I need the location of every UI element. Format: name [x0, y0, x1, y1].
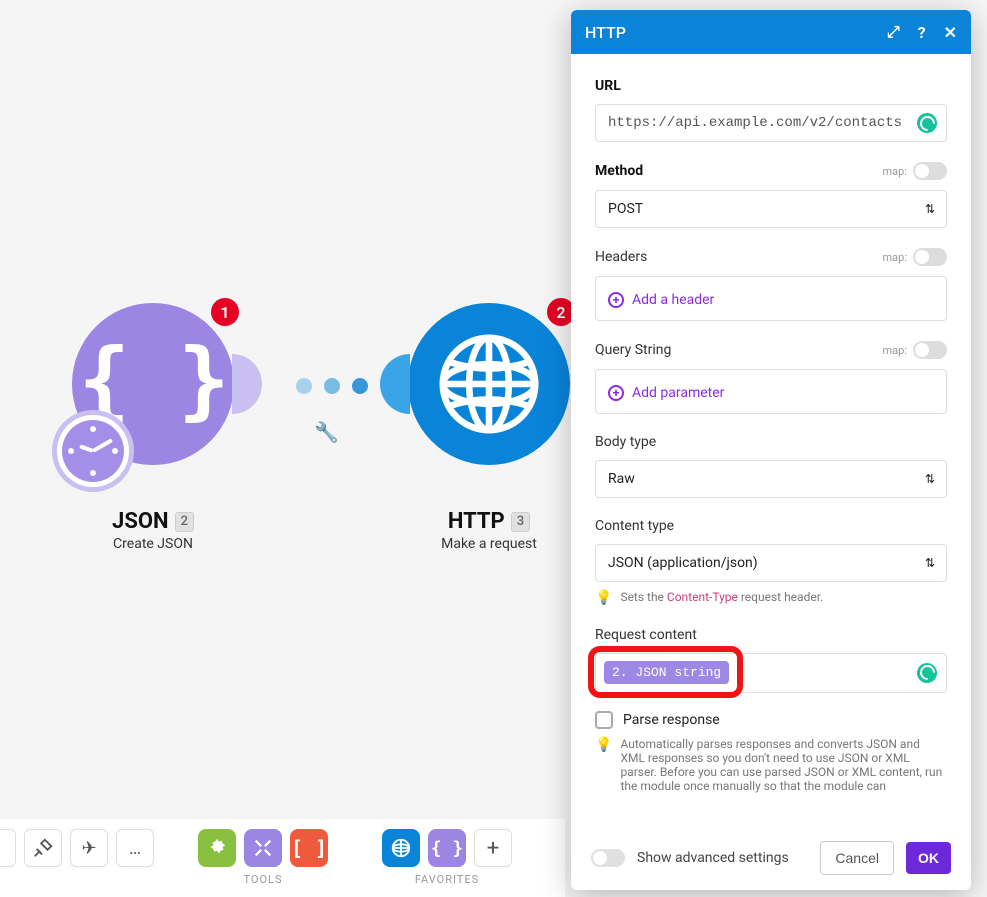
- toolbar-overflow-left[interactable]: [0, 829, 16, 867]
- globe-icon: [434, 329, 544, 439]
- node-json-badge: 1: [208, 295, 242, 329]
- body-type-label: Body type: [595, 434, 947, 450]
- expand-icon[interactable]: ⤢: [887, 22, 900, 42]
- url-label: URL: [595, 78, 947, 94]
- node-json-title: JSON: [112, 509, 169, 534]
- favorite-json[interactable]: { }: [428, 829, 466, 867]
- map-label: map:: [883, 251, 907, 264]
- headers-label: Headers: [595, 249, 647, 265]
- globe-icon: [390, 837, 412, 859]
- brackets-icon: [ ]: [291, 836, 327, 860]
- tool-flow[interactable]: [244, 829, 282, 867]
- schedule-icon[interactable]: [52, 410, 134, 492]
- grammarly-icon: [917, 113, 937, 133]
- panel-header: HTTP ⤢ ? ✕: [571, 10, 971, 54]
- bulb-icon: 💡: [595, 737, 612, 754]
- parse-response-hint: 💡 Automatically parses responses and con…: [595, 737, 947, 793]
- headers-list: + Add a header: [595, 276, 947, 321]
- node-http-title: HTTP: [448, 509, 505, 534]
- plus-circle-icon: +: [608, 292, 624, 308]
- braces-icon: { }: [431, 838, 464, 859]
- add-parameter-button[interactable]: + Add parameter: [608, 385, 724, 401]
- plus-icon: +: [487, 836, 499, 861]
- body-type-select[interactable]: Raw: [595, 460, 947, 498]
- panel-footer: Show advanced settings Cancel OK: [571, 824, 971, 890]
- method-map-toggle[interactable]: [913, 162, 947, 180]
- request-content-label: Request content: [595, 627, 947, 643]
- content-type-label: Content type: [595, 518, 947, 534]
- toolbar-tools-button[interactable]: [24, 829, 62, 867]
- tool-settings[interactable]: [198, 829, 236, 867]
- close-icon[interactable]: ✕: [944, 23, 957, 42]
- config-panel: HTTP ⤢ ? ✕ URL Method map: POST ⇅: [571, 10, 971, 890]
- tools-label: TOOLS: [243, 873, 282, 886]
- mapping-pill[interactable]: 2. JSON string: [604, 661, 729, 684]
- add-header-button[interactable]: + Add a header: [608, 292, 714, 308]
- airplane-icon: ✈︎: [81, 838, 96, 859]
- tool-brackets[interactable]: [ ]: [290, 829, 328, 867]
- favorite-http[interactable]: [382, 829, 420, 867]
- method-select[interactable]: POST: [595, 190, 947, 228]
- connector-dots: [296, 378, 368, 394]
- favorites-label: FAVORITES: [415, 873, 479, 886]
- method-label: Method: [595, 163, 643, 179]
- query-map-toggle[interactable]: [913, 341, 947, 359]
- more-icon: …: [129, 838, 141, 859]
- toolbar-more-button[interactable]: …: [116, 829, 154, 867]
- bulb-icon: 💡: [595, 590, 612, 607]
- query-string-label: Query String: [595, 342, 671, 358]
- help-icon[interactable]: ?: [918, 23, 926, 42]
- advanced-label: Show advanced settings: [637, 850, 789, 866]
- chevron-updown-icon: ⇅: [925, 202, 935, 216]
- parse-response-label: Parse response: [623, 712, 720, 728]
- node-json-subtitle: Create JSON: [72, 536, 234, 552]
- query-list: + Add parameter: [595, 369, 947, 414]
- node-http[interactable]: 2 HTTP 3 Make a request: [408, 303, 570, 552]
- bottom-toolbar: ✈︎ … [ ] TOOLS { }: [0, 819, 565, 897]
- wrench-cross-icon: [252, 837, 274, 859]
- scenario-canvas[interactable]: 🔧 { } 1 JSON 2 Create JSON: [0, 0, 565, 897]
- connector-out-icon: [232, 354, 262, 414]
- panel-scroll[interactable]: URL Method map: POST ⇅ Headers: [571, 54, 971, 890]
- headers-map-toggle[interactable]: [913, 248, 947, 266]
- gear-icon: [206, 837, 228, 859]
- grammarly-icon: [917, 663, 937, 683]
- add-favorite-button[interactable]: +: [474, 829, 512, 867]
- plus-circle-icon: +: [608, 385, 624, 401]
- url-input[interactable]: [595, 104, 947, 142]
- cancel-button[interactable]: Cancel: [820, 841, 894, 875]
- wand-icon: [32, 837, 54, 859]
- request-content-input[interactable]: 2. JSON string: [595, 653, 947, 693]
- ok-button[interactable]: OK: [906, 842, 951, 874]
- advanced-toggle[interactable]: [591, 849, 625, 867]
- map-label: map:: [883, 344, 907, 357]
- chevron-updown-icon: ⇅: [925, 472, 935, 486]
- content-type-hint: 💡 Sets the Content-Type request header.: [595, 590, 947, 607]
- node-http-number: 3: [511, 512, 530, 532]
- map-label: map:: [883, 165, 907, 178]
- wrench-icon[interactable]: 🔧: [314, 420, 339, 444]
- parse-response-checkbox[interactable]: [595, 711, 613, 729]
- chevron-updown-icon: ⇅: [925, 556, 935, 570]
- node-http-subtitle: Make a request: [408, 536, 570, 552]
- connector-in-icon: [380, 354, 410, 414]
- content-type-select[interactable]: JSON (application/json): [595, 544, 947, 582]
- node-json-number: 2: [175, 512, 194, 532]
- panel-title: HTTP: [585, 23, 626, 42]
- toolbar-airplane-button[interactable]: ✈︎: [70, 829, 108, 867]
